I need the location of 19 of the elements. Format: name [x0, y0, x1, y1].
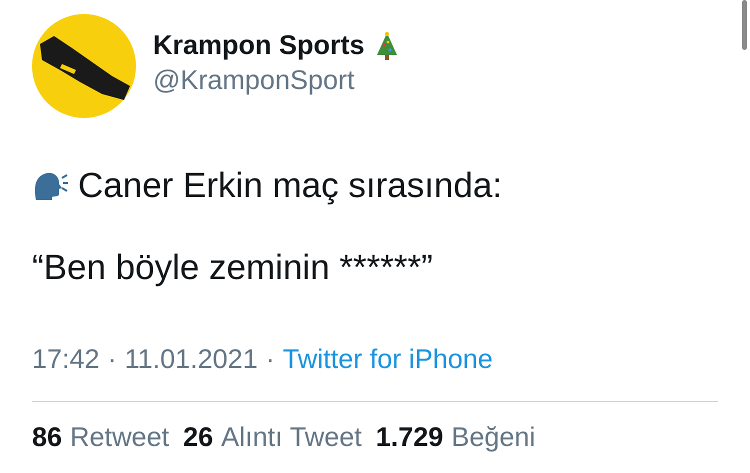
- source-link[interactable]: Twitter for iPhone: [282, 344, 493, 375]
- stat-label[interactable]: Alıntı Tweet: [221, 422, 362, 453]
- scroll-thumb[interactable]: [742, 0, 747, 50]
- display-name[interactable]: Krampon Sports: [153, 30, 365, 61]
- christmas-tree-icon: [374, 30, 399, 60]
- stat-label[interactable]: Beğeni: [451, 422, 536, 453]
- tweet-text: Caner Erkin maç sırasında:: [78, 166, 502, 206]
- tweet-date: 11.01.2021: [124, 344, 258, 375]
- tweet-text: “Ben böyle zeminin ******”: [32, 248, 434, 288]
- avatar[interactable]: [32, 14, 136, 118]
- speaking-head-icon: [32, 170, 68, 202]
- separator: ·: [266, 344, 275, 375]
- separator: ·: [108, 344, 117, 375]
- stat-label[interactable]: Retweet: [70, 422, 170, 453]
- stat-count: 26: [183, 422, 214, 453]
- tweet-time: 17:42: [32, 344, 100, 375]
- user-handle[interactable]: @KramponSport: [153, 65, 399, 96]
- stat-count: 86: [32, 422, 62, 453]
- stat-count: 1.729: [376, 422, 444, 453]
